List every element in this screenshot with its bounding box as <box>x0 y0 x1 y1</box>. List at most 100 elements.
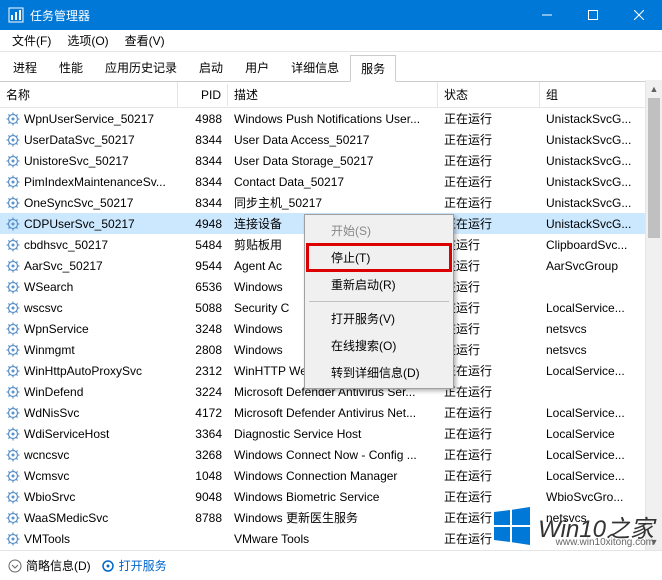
table-row[interactable]: VMToolsVMware Tools正在运行 <box>0 528 662 549</box>
table-row[interactable]: UnistoreSvc_502178344User Data Storage_5… <box>0 150 662 171</box>
service-gear-icon <box>6 406 20 420</box>
contextmenu-search[interactable]: 在线搜索(O) <box>307 332 451 359</box>
cell-pid: 3224 <box>178 383 228 401</box>
brief-details-toggle[interactable]: 简略信息(D) <box>8 557 91 574</box>
tab-users[interactable]: 用户 <box>234 54 280 81</box>
service-name: VMTools <box>24 532 70 546</box>
table-row[interactable]: WbioSrvc9048Windows Biometric Service正在运… <box>0 486 662 507</box>
cell-status: 正在运行 <box>438 486 540 507</box>
table-row[interactable]: WpnUserService_50217 4988Windows Push Not… <box>0 108 662 129</box>
contextmenu-open[interactable]: 打开服务(V) <box>307 305 451 332</box>
contextmenu-start[interactable]: 开始(S) <box>307 217 451 244</box>
scroll-up-arrow[interactable]: ▲ <box>646 80 662 97</box>
maximize-button[interactable] <box>570 0 616 30</box>
cell-group: LocalService... <box>540 446 648 464</box>
tab-details[interactable]: 详细信息 <box>280 54 350 81</box>
cell-status: 正在运行 <box>438 150 540 171</box>
service-gear-icon <box>6 322 20 336</box>
service-gear-icon <box>6 154 20 168</box>
table-row[interactable]: WdiServiceHost3364Diagnostic Service Hos… <box>0 423 662 444</box>
contextmenu-restart[interactable]: 重新启动(R) <box>307 271 451 298</box>
cell-pid: 4988 <box>178 110 228 128</box>
cell-status: 正在运行 <box>438 171 540 192</box>
header-pid[interactable]: PID <box>178 84 228 106</box>
chevron-down-icon <box>8 559 22 573</box>
app-icon <box>8 7 24 23</box>
table-row[interactable]: WaaSMedicSvc8788Windows 更新医生服务正在运行netsvc… <box>0 507 662 528</box>
tab-performance[interactable]: 性能 <box>48 54 94 81</box>
service-name: WpnService <box>24 322 89 336</box>
service-gear-icon <box>6 217 20 231</box>
window-title: 任务管理器 <box>30 7 524 24</box>
cell-pid: 3248 <box>178 320 228 338</box>
service-name: WdNisSvc <box>24 406 79 420</box>
cell-status: 正在运行 <box>438 108 540 129</box>
table-row[interactable]: UserDataSvc_502178344User Data Access_50… <box>0 129 662 150</box>
cell-name: WinHttpAutoProxySvc <box>0 362 178 380</box>
service-gear-icon <box>6 364 20 378</box>
table-row[interactable]: PimIndexMaintenanceSv...8344Contact Data… <box>0 171 662 192</box>
cell-desc: 同步主机_50217 <box>228 192 438 213</box>
service-gear-icon <box>6 469 20 483</box>
cell-pid: 5484 <box>178 236 228 254</box>
header-status[interactable]: 状态 <box>438 82 540 107</box>
header-desc[interactable]: 描述 <box>228 82 438 107</box>
service-gear-icon <box>6 175 20 189</box>
service-name: UserDataSvc_50217 <box>24 133 135 147</box>
table-row[interactable]: WdNisSvc4172Microsoft Defender Antivirus… <box>0 402 662 423</box>
table-row[interactable]: Wcmsvc1048Windows Connection Manager正在运行… <box>0 465 662 486</box>
scroll-thumb[interactable] <box>648 98 660 238</box>
header-group[interactable]: 组 <box>540 82 648 107</box>
cell-name: CDPUserSvc_50217 <box>0 215 178 233</box>
cell-desc: Windows Push Notifications User... <box>228 110 438 128</box>
service-name: cbdhsvc_50217 <box>24 238 108 252</box>
cell-group: WbioSvcGro... <box>540 488 648 506</box>
cell-pid: 8344 <box>178 152 228 170</box>
header-name[interactable]: 名称 <box>0 82 178 107</box>
close-button[interactable] <box>616 0 662 30</box>
table-row[interactable]: wcncsvc3268Windows Connect Now - Config … <box>0 444 662 465</box>
cell-group <box>540 390 648 394</box>
cell-group: UnistackSvcG... <box>540 131 648 149</box>
cell-desc: Windows Biometric Service <box>228 488 438 506</box>
tab-apphistory[interactable]: 应用历史记录 <box>94 54 188 81</box>
table-row[interactable]: OneSyncSvc_502178344同步主机_50217正在运行Unista… <box>0 192 662 213</box>
open-services-link[interactable]: 打开服务 <box>101 557 167 574</box>
menu-options[interactable]: 选项(O) <box>59 30 116 51</box>
cell-name: WdiServiceHost <box>0 425 178 443</box>
contextmenu-stop[interactable]: 停止(T) <box>307 244 451 271</box>
menu-view[interactable]: 查看(V) <box>117 30 173 51</box>
tab-services[interactable]: 服务 <box>350 55 396 82</box>
tab-processes[interactable]: 进程 <box>2 54 48 81</box>
tab-startup[interactable]: 启动 <box>188 54 234 81</box>
service-gear-icon <box>6 196 20 210</box>
cell-group <box>540 285 648 289</box>
cell-name: WaaSMedicSvc <box>0 509 178 527</box>
cell-status: 正在运行 <box>438 129 540 150</box>
cell-pid: 3268 <box>178 446 228 464</box>
cell-desc: Windows 更新医生服务 <box>228 507 438 528</box>
contextmenu-details[interactable]: 转到详细信息(D) <box>307 359 451 386</box>
scroll-down-arrow[interactable]: ▼ <box>646 533 662 550</box>
menu-file[interactable]: 文件(F) <box>4 30 59 51</box>
cell-status: 正在运行 <box>438 192 540 213</box>
cell-status: 正在运行 <box>438 507 540 528</box>
cell-pid: 4172 <box>178 404 228 422</box>
cell-group: LocalService... <box>540 299 648 317</box>
service-name: WbioSrvc <box>24 490 75 504</box>
cell-name: OneSyncSvc_50217 <box>0 194 178 212</box>
open-services-label: 打开服务 <box>119 557 167 574</box>
cell-desc: User Data Storage_50217 <box>228 152 438 170</box>
service-gear-icon <box>6 427 20 441</box>
menubar: 文件(F) 选项(O) 查看(V) <box>0 30 662 52</box>
cell-pid: 9544 <box>178 257 228 275</box>
service-name: WpnUserService_50217 <box>24 112 154 126</box>
cell-group: UnistackSvcG... <box>540 215 648 233</box>
cell-desc: VMware Tools <box>228 530 438 548</box>
service-name: OneSyncSvc_50217 <box>24 196 133 210</box>
vertical-scrollbar[interactable]: ▲ ▼ <box>645 80 662 550</box>
service-name: AarSvc_50217 <box>24 259 103 273</box>
cell-pid <box>178 537 228 541</box>
cell-group: LocalService... <box>540 362 648 380</box>
minimize-button[interactable] <box>524 0 570 30</box>
